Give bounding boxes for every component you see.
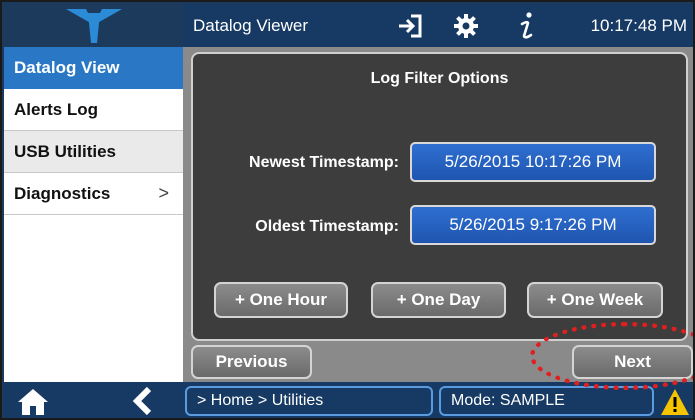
info-icon[interactable] [517, 11, 537, 41]
log-filter-panel: Log Filter Options Newest Timestamp: 5/2… [191, 52, 688, 341]
warning-icon[interactable] [660, 388, 690, 416]
clock: 10:17:48 PM [590, 16, 687, 35]
add-one-day-button[interactable]: + One Day [371, 282, 506, 318]
oldest-timestamp-value: 5/26/2015 9:17:26 PM [449, 215, 617, 234]
oldest-timestamp-button[interactable]: 5/26/2015 9:17:26 PM [410, 205, 656, 245]
mode-text: Mode: SAMPLE [451, 392, 565, 409]
add-one-week-button[interactable]: + One Week [527, 282, 663, 318]
back-icon[interactable] [132, 386, 154, 416]
page-title: Datalog Viewer [193, 16, 308, 35]
sidebar: Datalog View Alerts Log USB Utilities Di… [4, 47, 183, 382]
sidebar-item-datalog-view[interactable]: Datalog View [4, 47, 183, 89]
breadcrumb: > Home > Utilities [185, 386, 433, 416]
sidebar-item-alerts-log[interactable]: Alerts Log [4, 89, 183, 131]
home-icon[interactable] [17, 388, 49, 416]
sidebar-item-label: USB Utilities [14, 141, 117, 161]
mode-status[interactable]: Mode: SAMPLE [439, 386, 654, 416]
add-one-hour-button[interactable]: + One Hour [214, 282, 348, 318]
newest-timestamp-value: 5/26/2015 10:17:26 PM [444, 152, 622, 171]
newest-timestamp-label: Newest Timestamp: [249, 154, 399, 171]
sign-in-icon[interactable] [397, 13, 423, 39]
breadcrumb-text: > Home > Utilities [197, 392, 324, 409]
logo-area [4, 4, 183, 47]
panel-title: Log Filter Options [370, 70, 509, 87]
teledyne-logo-icon [65, 8, 122, 43]
sidebar-item-label: Alerts Log [14, 99, 99, 119]
oldest-timestamp-label: Oldest Timestamp: [255, 218, 399, 235]
sidebar-item-diagnostics[interactable]: Diagnostics > [4, 173, 183, 215]
newest-timestamp-button[interactable]: 5/26/2015 10:17:26 PM [410, 142, 656, 182]
chevron-right-icon: > [158, 183, 169, 203]
previous-button[interactable]: Previous [191, 345, 312, 379]
sidebar-item-label: Datalog View [14, 57, 120, 77]
header-bar: Datalog Viewer 10:17:48 PM [183, 4, 693, 47]
instrument-screen: Datalog Viewer 10:17:48 PM Datalog View [0, 0, 695, 420]
sidebar-item-usb-utilities[interactable]: USB Utilities [4, 131, 183, 173]
sidebar-item-label: Diagnostics [14, 183, 111, 203]
gear-icon[interactable] [453, 13, 479, 39]
